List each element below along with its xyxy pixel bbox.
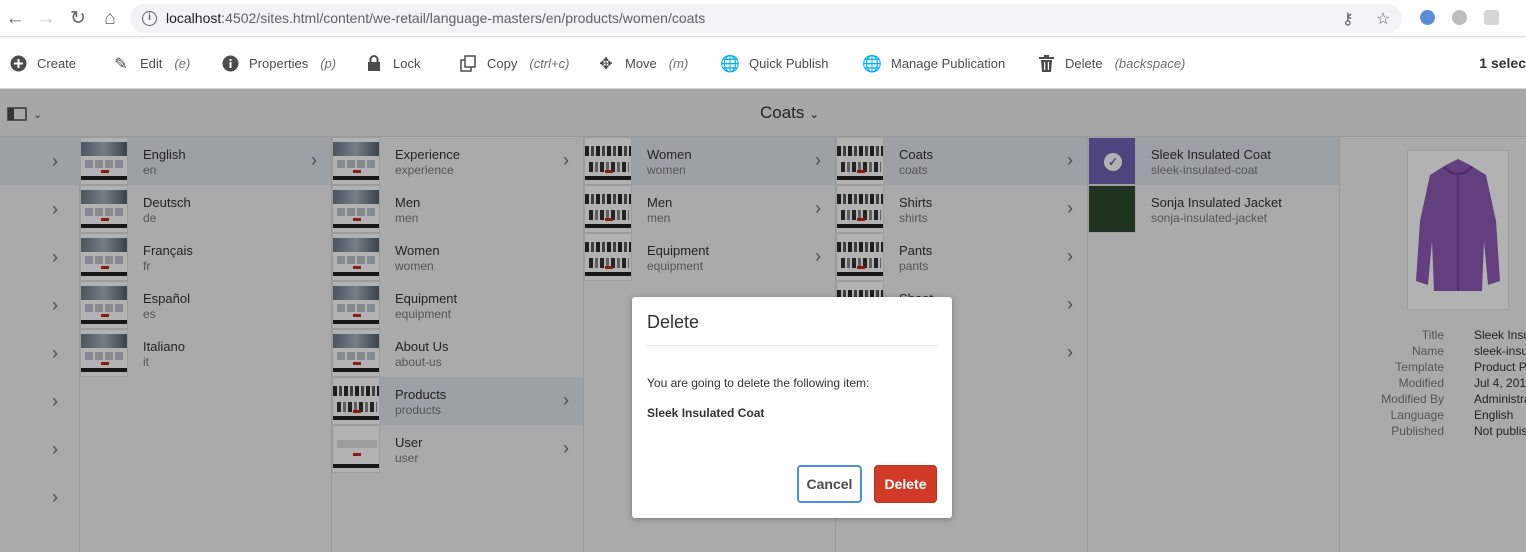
selection-count: 1 selec — [1479, 55, 1526, 71]
delete-dialog: Delete You are going to delete the follo… — [632, 297, 952, 518]
address-bar[interactable]: i localhost:4502/sites.html/content/we-r… — [130, 4, 1402, 33]
delete-label: Delete — [1065, 56, 1103, 71]
confirm-delete-button[interactable]: Delete — [874, 465, 937, 503]
extension-icon[interactable] — [1420, 10, 1435, 25]
browser-toolbar: ← → ↻ ⌂ i localhost:4502/sites.html/cont… — [0, 0, 1526, 37]
lock-button[interactable]: Lock — [365, 38, 420, 89]
quick-publish-button[interactable]: 🌐 Quick Publish — [720, 38, 829, 89]
copy-button[interactable]: Copy (ctrl+c) — [459, 38, 569, 89]
manage-publication-button[interactable]: 🌐 Manage Publication — [862, 38, 1006, 89]
globe-icon: 🌐 — [720, 55, 740, 73]
move-button[interactable]: ✥ Move (m) — [597, 38, 688, 89]
star-icon[interactable]: ☆ — [1376, 9, 1390, 29]
action-bar: Create ✎ Edit (e) Properties (p) Lock Copy… — [0, 38, 1526, 89]
lock-icon — [365, 55, 383, 73]
dialog-item-name: Sleek Insulated Coat — [647, 406, 765, 420]
trash-icon — [1037, 55, 1055, 73]
globe-clock-icon: 🌐 — [862, 55, 882, 73]
add-circle-icon — [9, 55, 27, 73]
key-icon[interactable]: ⚷ — [1342, 9, 1354, 29]
copy-icon — [459, 55, 477, 73]
extension-icon[interactable] — [1452, 10, 1467, 25]
edit-button[interactable]: ✎ Edit (e) — [112, 38, 190, 89]
pencil-icon: ✎ — [114, 55, 128, 73]
copy-shortcut: (ctrl+c) — [529, 56, 570, 71]
move-shortcut: (m) — [668, 56, 689, 71]
delete-shortcut: (backspace) — [1114, 56, 1186, 71]
delete-toolbar-button[interactable]: Delete (backspace) — [1037, 38, 1185, 89]
dialog-divider — [647, 345, 937, 346]
url-host: localhost — [166, 10, 222, 26]
move-label: Move — [625, 56, 657, 71]
lock-label: Lock — [393, 56, 421, 71]
url-path: :4502/sites.html/content/we-retail/langu… — [221, 10, 706, 26]
properties-label: Properties — [249, 56, 309, 71]
create-button[interactable]: Create — [9, 38, 76, 89]
dialog-message: You are going to delete the following it… — [647, 376, 870, 390]
copy-label: Copy — [487, 56, 518, 71]
quick-publish-label: Quick Publish — [749, 56, 829, 71]
manage-publication-label: Manage Publication — [891, 56, 1006, 71]
info-icon — [221, 55, 239, 73]
home-icon[interactable]: ⌂ — [99, 8, 121, 30]
edit-label: Edit — [140, 56, 163, 71]
properties-button[interactable]: Properties (p) — [221, 38, 336, 89]
extension-icon[interactable] — [1484, 10, 1499, 25]
edit-shortcut: (e) — [174, 56, 191, 71]
forward-arrow-icon[interactable]: → — [35, 8, 57, 30]
dialog-title: Delete — [647, 312, 700, 332]
site-info-icon[interactable]: i — [142, 11, 157, 26]
cancel-button[interactable]: Cancel — [797, 465, 862, 503]
reload-icon[interactable]: ↻ — [67, 8, 89, 30]
create-label: Create — [37, 56, 77, 71]
properties-shortcut: (p) — [320, 56, 337, 71]
url-text[interactable]: localhost:4502/sites.html/content/we-ret… — [166, 10, 705, 26]
move-arrows-icon: ✥ — [599, 55, 613, 73]
back-arrow-icon[interactable]: ← — [4, 8, 26, 30]
